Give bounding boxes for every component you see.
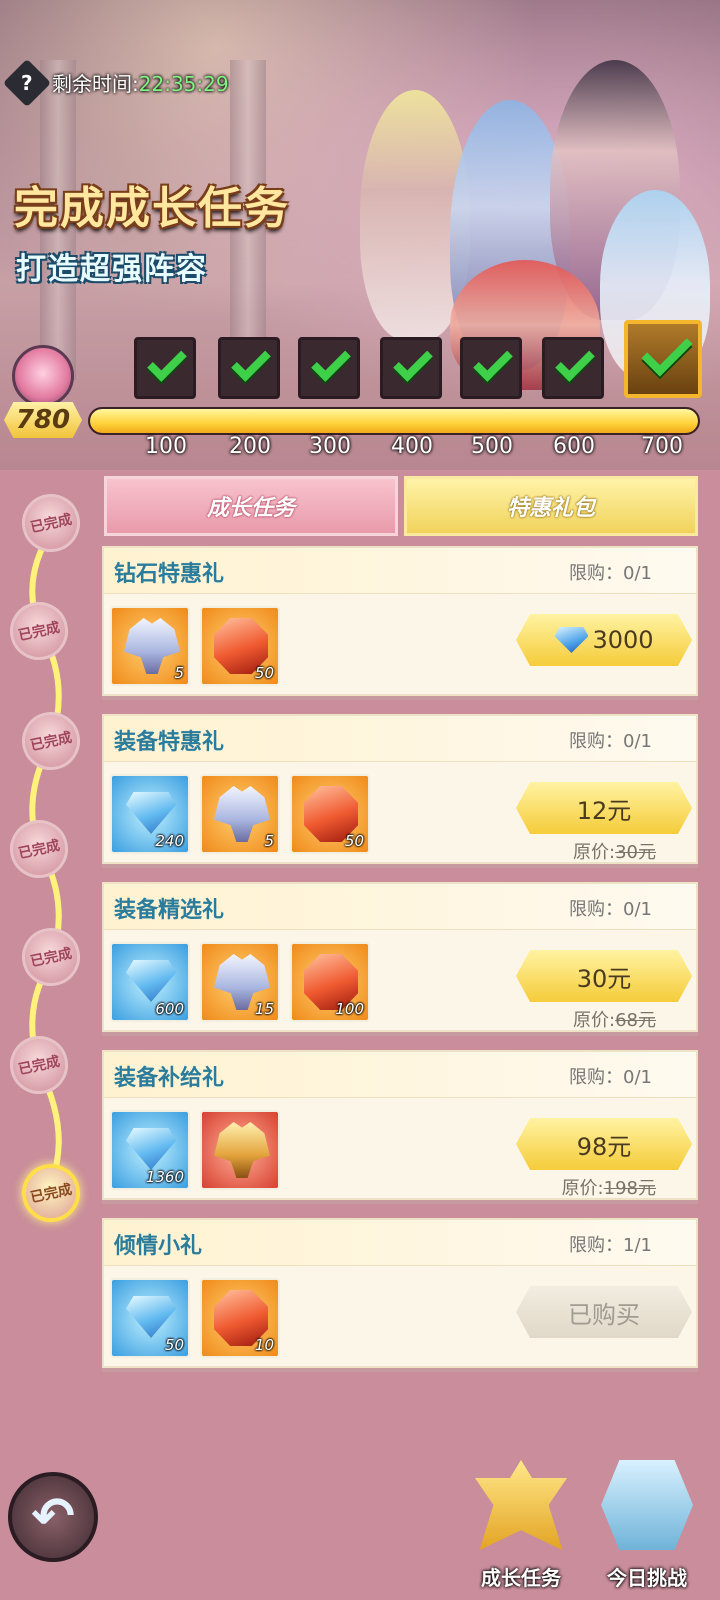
trident-icon xyxy=(475,1460,567,1550)
purchase-limit: 限购：0/1 xyxy=(569,899,652,920)
countdown-timer: 剩余时间:22:35:29 xyxy=(52,68,229,97)
nav-label: 成长任务 xyxy=(481,1566,561,1590)
check-icon xyxy=(641,325,693,377)
page-title: 完成成长任务 xyxy=(14,183,290,234)
milestone-reward-300[interactable] xyxy=(298,337,360,399)
milestone-label: 600 xyxy=(553,434,595,459)
milestone-label: 700 xyxy=(641,434,683,459)
item-quantity: 1360 xyxy=(145,1168,184,1186)
check-icon xyxy=(473,342,513,382)
buy-price: 98元 xyxy=(576,1132,632,1161)
milestone-reward-700[interactable] xyxy=(624,320,702,398)
back-arrow-icon: ↶ xyxy=(31,1487,75,1547)
item-quantity: 15 xyxy=(254,1000,274,1018)
purchase-limit: 限购：1/1 xyxy=(569,1235,652,1256)
diamond-icon xyxy=(554,627,589,653)
milestone-reward-600[interactable] xyxy=(542,337,604,399)
pack-title: 装备特惠礼 xyxy=(114,730,225,755)
nav-label: 今日挑战 xyxy=(607,1566,687,1590)
purchase-limit: 限购：0/1 xyxy=(569,563,652,584)
pack-card: 倾情小礼 限购：1/1 50 10 已购买 xyxy=(102,1218,698,1368)
ruby-icon[interactable]: 100 xyxy=(290,942,370,1022)
purchase-limit: 限购：0/1 xyxy=(569,731,652,752)
buy-price: 30元 xyxy=(576,964,632,993)
pack-card: 钻石特惠礼 限购：0/1 5 50 3000 xyxy=(102,546,698,696)
tab-growth-tasks[interactable]: 成长任务 xyxy=(104,476,398,536)
document-icon xyxy=(601,1460,693,1550)
buy-price: 3000 xyxy=(592,626,654,654)
buy-button[interactable]: 98元 xyxy=(516,1118,692,1170)
score-badge: 780 xyxy=(4,402,82,438)
buy-button[interactable]: 30元 xyxy=(516,950,692,1002)
pack-header: 倾情小礼 限购：1/1 xyxy=(104,1220,696,1266)
nav-daily-challenge[interactable]: 今日挑战 xyxy=(592,1460,702,1600)
rose-icon xyxy=(12,345,74,407)
item-quantity: 50 xyxy=(164,1336,184,1354)
pack-title: 钻石特惠礼 xyxy=(114,562,225,587)
progress-fill xyxy=(90,409,698,433)
check-icon xyxy=(311,342,351,382)
milestone-label: 200 xyxy=(229,434,271,459)
progress-bar xyxy=(88,407,700,435)
item-quantity: 100 xyxy=(335,1000,364,1018)
buy-button[interactable]: 3000 xyxy=(516,614,692,666)
diamond-icon[interactable]: 1360 xyxy=(110,1110,190,1190)
buy-price: 12元 xyxy=(576,796,632,825)
pack-card: 装备补给礼 限购：0/1 1360 98元 原价:198元 xyxy=(102,1050,698,1200)
pack-header: 装备特惠礼 限购：0/1 xyxy=(104,716,696,762)
gold-armor-icon[interactable] xyxy=(200,1110,280,1190)
item-quantity: 5 xyxy=(264,832,274,850)
milestone-label: 100 xyxy=(145,434,187,459)
pack-header: 装备补给礼 限购：0/1 xyxy=(104,1052,696,1098)
original-price: 原价:30元 xyxy=(573,842,656,863)
item-quantity: 600 xyxy=(155,1000,184,1018)
check-icon xyxy=(231,342,271,382)
pack-card: 装备精选礼 限购：0/1 600 15 100 30元 原价:68元 xyxy=(102,882,698,1032)
ruby-icon[interactable]: 10 xyxy=(200,1278,280,1358)
item-quantity: 10 xyxy=(254,1336,274,1354)
ruby-icon[interactable]: 50 xyxy=(290,774,370,854)
armor-icon[interactable]: 15 xyxy=(200,942,280,1022)
milestone-reward-200[interactable] xyxy=(218,337,280,399)
pack-title: 倾情小礼 xyxy=(114,1234,203,1259)
check-icon xyxy=(555,342,595,382)
check-icon xyxy=(393,342,433,382)
timer-value: 22:35:29 xyxy=(138,72,229,96)
back-button[interactable]: ↶ xyxy=(8,1472,98,1562)
item-quantity: 50 xyxy=(254,664,274,682)
original-price: 原价:198元 xyxy=(561,1178,656,1199)
buy-button[interactable]: 12元 xyxy=(516,782,692,834)
diamond-icon[interactable]: 600 xyxy=(110,942,190,1022)
item-quantity: 240 xyxy=(155,832,184,850)
armor-icon[interactable]: 5 xyxy=(200,774,280,854)
item-quantity: 5 xyxy=(174,664,184,682)
milestone-reward-400[interactable] xyxy=(380,337,442,399)
milestone-label: 500 xyxy=(471,434,513,459)
nav-growth-tasks[interactable]: 成长任务 xyxy=(466,1460,576,1600)
pack-title: 装备精选礼 xyxy=(114,898,225,923)
pack-title: 装备补给礼 xyxy=(114,1066,225,1091)
purchased-label: 已购买 xyxy=(568,1300,640,1329)
pack-header: 装备精选礼 限购：0/1 xyxy=(104,884,696,930)
milestone-label: 300 xyxy=(309,434,351,459)
milestone-reward-100[interactable] xyxy=(134,337,196,399)
purchased-button: 已购买 xyxy=(516,1286,692,1338)
pack-header: 钻石特惠礼 限购：0/1 xyxy=(104,548,696,594)
milestone-label: 400 xyxy=(391,434,433,459)
diamond-icon[interactable]: 50 xyxy=(110,1278,190,1358)
page-subtitle: 打造超强阵容 xyxy=(16,252,208,287)
armor-icon[interactable]: 5 xyxy=(110,606,190,686)
diamond-icon[interactable]: 240 xyxy=(110,774,190,854)
ruby-icon[interactable]: 50 xyxy=(200,606,280,686)
check-icon xyxy=(147,342,187,382)
item-quantity: 50 xyxy=(344,832,364,850)
milestone-reward-500[interactable] xyxy=(460,337,522,399)
tab-special-packs[interactable]: 特惠礼包 xyxy=(404,476,698,536)
original-price: 原价:68元 xyxy=(573,1010,656,1031)
timer-label: 剩余时间: xyxy=(52,72,139,96)
pack-card: 装备特惠礼 限购：0/1 240 5 50 12元 原价:30元 xyxy=(102,714,698,864)
purchase-limit: 限购：0/1 xyxy=(569,1067,652,1088)
